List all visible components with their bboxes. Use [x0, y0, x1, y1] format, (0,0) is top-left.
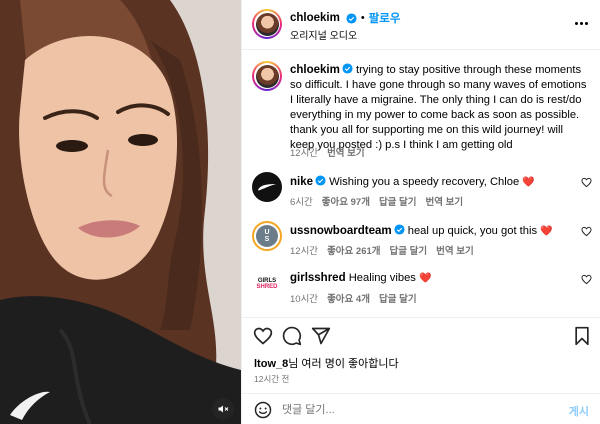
comment-text-line: ussnowboardteam heal up quick, you got t…: [290, 224, 560, 237]
post-comment-button[interactable]: 게시: [569, 403, 589, 419]
comment-composer: 게시: [242, 393, 600, 424]
comment-text: heal up quick, you got this: [407, 225, 538, 237]
girls-shred-logo-text: SHRED: [256, 284, 278, 290]
likes-summary[interactable]: ltow_8님 여러 명이 좋아합니다: [254, 355, 399, 371]
girlsshred-avatar[interactable]: GIRLS SHRED: [252, 269, 282, 299]
nike-avatar[interactable]: [252, 172, 282, 202]
likes-rest: 님 여러 명이 좋아합니다: [288, 358, 399, 370]
nike-logo-icon: [258, 184, 276, 191]
follow-button[interactable]: 팔로우: [369, 10, 401, 26]
likes-user[interactable]: ltow_8: [254, 358, 288, 370]
heart-emoji: ❤️: [419, 273, 432, 284]
author-avatar[interactable]: [252, 9, 282, 39]
author-username[interactable]: chloekim: [290, 12, 340, 24]
caption-text: trying to stay positive through these mo…: [290, 64, 587, 151]
comment-icon[interactable]: [282, 326, 302, 346]
translate-button[interactable]: 번역 보기: [436, 243, 474, 257]
audio-link[interactable]: 오리지널 오디오: [290, 27, 357, 42]
like-comment-heart-icon[interactable]: [581, 177, 592, 188]
mute-button[interactable]: [212, 398, 234, 420]
verified-icon: [342, 63, 353, 74]
reply-button[interactable]: 답글 달기: [379, 291, 417, 305]
comment-text: Healing vibes: [348, 272, 416, 284]
post-media[interactable]: [0, 0, 241, 424]
ussnowboard-avatar[interactable]: US: [252, 221, 282, 251]
more-icon[interactable]: [573, 15, 589, 31]
comment-meta: 10시간 좋아요 4개 답글 달기: [290, 291, 417, 305]
separator-dot: •: [360, 12, 365, 24]
save-icon[interactable]: [572, 326, 592, 346]
author-line: chloekim • 팔로우: [290, 10, 400, 26]
caption: chloekim trying to stay positive through…: [290, 63, 588, 153]
verified-icon: [315, 175, 326, 186]
comment-item: US ussnowboardteam heal up quick, you go…: [242, 221, 600, 267]
comment-item: nike Wishing you a speedy recovery, Chlo…: [242, 172, 600, 218]
comment-likes[interactable]: 좋아요 4개: [327, 291, 370, 305]
comment-time: 12시간: [290, 246, 319, 257]
comment-meta: 6시간 좋아요 97개 답글 달기 번역 보기: [290, 194, 463, 208]
comment-username[interactable]: girlsshred: [290, 272, 346, 284]
post-details-panel: chloekim • 팔로우 오리지널 오디오 chloekim trying …: [241, 0, 600, 424]
post-header: chloekim • 팔로우 오리지널 오디오: [242, 0, 600, 50]
heart-emoji: ❤️: [540, 226, 553, 237]
reply-button[interactable]: 답글 달기: [379, 194, 417, 208]
verified-icon: [394, 224, 405, 235]
post-photo: [0, 0, 241, 424]
caption-username[interactable]: chloekim: [290, 64, 340, 76]
reply-button[interactable]: 답글 달기: [390, 243, 428, 257]
like-comment-heart-icon[interactable]: [581, 226, 592, 237]
comments-section[interactable]: chloekim trying to stay positive through…: [242, 51, 600, 317]
like-comment-heart-icon[interactable]: [581, 274, 592, 285]
comment-time: 10시간: [290, 294, 319, 305]
caption-time: 12시간: [290, 148, 319, 159]
mute-icon: [218, 405, 229, 413]
comment-likes[interactable]: 좋아요 97개: [322, 194, 370, 208]
heart-icon[interactable]: [253, 326, 273, 346]
comment-time: 6시간: [290, 197, 313, 208]
comment-input[interactable]: [282, 400, 542, 420]
us-snowboard-logo-icon: US: [256, 225, 278, 247]
comment-text-line: girlsshred Healing vibes ❤️: [290, 272, 560, 284]
post-time: 12시간 전: [254, 374, 290, 384]
caption-avatar[interactable]: [252, 61, 282, 91]
comment-username[interactable]: ussnowboardteam: [290, 225, 392, 237]
comment-text-line: nike Wishing you a speedy recovery, Chlo…: [290, 175, 560, 188]
translate-button[interactable]: 번역 보기: [426, 194, 464, 208]
verified-icon: [346, 12, 357, 24]
caption-meta: 12시간 번역 보기: [290, 145, 365, 159]
translate-button[interactable]: 번역 보기: [327, 145, 365, 159]
comment-meta: 12시간 좋아요 261개 답글 달기 번역 보기: [290, 243, 474, 257]
comment-item: GIRLS SHRED girlsshred Healing vibes ❤️ …: [242, 269, 600, 315]
share-icon[interactable]: [311, 326, 331, 346]
comment-text: Wishing you a speedy recovery, Chloe: [329, 176, 520, 188]
post-actions: ltow_8님 여러 명이 좋아합니다 12시간 전 게시: [242, 317, 600, 424]
comment-likes[interactable]: 좋아요 261개: [327, 243, 380, 257]
emoji-icon[interactable]: [254, 401, 272, 419]
comment-username[interactable]: nike: [290, 176, 313, 188]
heart-emoji: ❤️: [522, 177, 535, 188]
